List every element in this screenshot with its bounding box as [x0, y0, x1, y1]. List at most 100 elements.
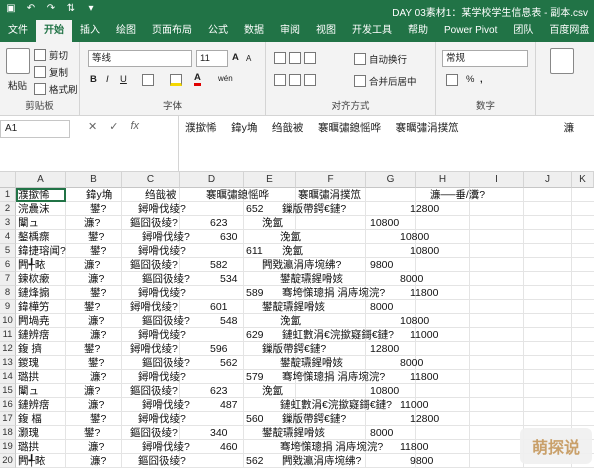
cell[interactable]: 濂?: [88, 440, 104, 454]
cell[interactable]: 鍏捷瑢闻?: [18, 244, 66, 258]
cell[interactable]: 浼氳: [262, 216, 283, 230]
row-header[interactable]: 16: [0, 398, 16, 412]
tab-8[interactable]: 视图: [308, 20, 344, 42]
font-name-select[interactable]: 等线: [88, 50, 192, 67]
row-header[interactable]: 10: [0, 314, 16, 328]
cell[interactable]: 630: [220, 230, 238, 244]
cell[interactable]: 濂?: [84, 258, 100, 272]
cell[interactable]: 10800: [400, 230, 429, 244]
cell[interactable]: 12800: [370, 342, 399, 356]
cell[interactable]: 562: [220, 356, 238, 370]
row-header[interactable]: 2: [0, 202, 16, 216]
cell[interactable]: 骞垮憡璁捐 涓庤埦浣?: [282, 370, 385, 384]
currency-button[interactable]: [446, 74, 458, 86]
row-header[interactable]: 18: [0, 426, 16, 440]
cell[interactable]: 骞垮憡璁捐 涓庤埦浣?: [280, 440, 383, 454]
cell[interactable]: 闁戣瀛涓庤埦绋?: [262, 258, 341, 272]
tab-12[interactable]: 团队: [505, 20, 541, 42]
cell[interactable]: 9800: [370, 258, 393, 272]
cell[interactable]: 鍑 擠: [18, 342, 42, 356]
cell[interactable]: 褰曞彇鎴愮哗: [206, 188, 269, 202]
cell[interactable]: 8000: [370, 300, 393, 314]
cell[interactable]: 鐢靛瓙鍟嗗姟: [280, 356, 343, 370]
cell[interactable]: 560: [246, 412, 264, 426]
enter-icon[interactable]: ✓: [109, 120, 118, 133]
tab-3[interactable]: 绘图: [108, 20, 144, 42]
row-header[interactable]: 14: [0, 370, 16, 384]
cell[interactable]: 340: [210, 426, 228, 440]
cell[interactable]: 鐞嗗伐绫?: [138, 328, 186, 342]
cell[interactable]: 闈ュ: [18, 384, 39, 398]
cell[interactable]: 611: [246, 244, 263, 258]
cell[interactable]: 11000: [400, 398, 428, 412]
cell[interactable]: 闁╃畩: [18, 454, 45, 468]
tab-2[interactable]: 插入: [72, 20, 108, 42]
cell[interactable]: 鏂囧彶绫?: [130, 216, 178, 230]
name-box[interactable]: A1: [0, 120, 70, 138]
cell[interactable]: 鏁版帶鍔€鏈?: [282, 202, 346, 216]
cell[interactable]: 鐢?: [84, 342, 100, 356]
format-painter-button[interactable]: 格式刷: [34, 82, 78, 96]
cell[interactable]: 鐞嗗伐绫?: [138, 370, 186, 384]
cell[interactable]: 鏈辨瘔: [18, 398, 50, 412]
undo-icon[interactable]: ↶: [24, 3, 38, 14]
cell[interactable]: 623: [210, 216, 228, 230]
cell[interactable]: 濂?: [88, 272, 104, 286]
row-header[interactable]: 8: [0, 286, 16, 300]
font-color-button[interactable]: A: [194, 72, 201, 86]
cell[interactable]: 鏁版帶鍔€鏈?: [282, 412, 346, 426]
cell[interactable]: 10800: [410, 244, 439, 258]
cell[interactable]: 闁╃畩: [18, 258, 45, 272]
cell[interactable]: 鏂囧彶绫?: [130, 258, 178, 272]
cell[interactable]: 鏈虹數涓€浣撳寲鎶€鏈?: [282, 328, 394, 342]
cell[interactable]: 鏂囧彶绫?: [130, 426, 178, 440]
row-header[interactable]: 15: [0, 384, 16, 398]
cell[interactable]: 460: [220, 440, 238, 454]
cell[interactable]: 闈ュ: [18, 216, 39, 230]
phonetic-button[interactable]: wén: [218, 74, 233, 83]
cell[interactable]: 鐞嗗伐绫?: [138, 202, 186, 216]
cell[interactable]: 8000: [400, 272, 423, 286]
cell[interactable]: 鍏樺竻: [18, 300, 50, 314]
cell[interactable]: 闁戣瀛涓庤埦绋?: [282, 454, 361, 468]
tab-5[interactable]: 公式: [200, 20, 236, 42]
cell[interactable]: 鐞嗗伐绫?: [142, 440, 190, 454]
save-icon[interactable]: ▣: [4, 3, 18, 14]
font-size-select[interactable]: 11: [196, 50, 228, 67]
row-header[interactable]: 4: [0, 230, 16, 244]
cell[interactable]: 鐢靛瓙鍟嗗姟: [262, 426, 325, 440]
row-header[interactable]: 5: [0, 244, 16, 258]
fill-color-button[interactable]: [170, 74, 182, 86]
cell[interactable]: 鐢?: [90, 412, 106, 426]
align-left-button[interactable]: [274, 74, 316, 86]
row-header[interactable]: 9: [0, 300, 16, 314]
cell[interactable]: 濂──垂/瀵?: [430, 188, 485, 202]
cell[interactable]: 鍏у埆: [86, 188, 112, 202]
cell[interactable]: 鏂囧彶绫?: [130, 384, 178, 398]
tab-9[interactable]: 开发工具: [344, 20, 400, 42]
copy-button[interactable]: 复制: [34, 65, 68, 79]
comma-button[interactable]: ,: [480, 74, 483, 85]
cell[interactable]: 10800: [370, 384, 399, 398]
cell[interactable]: 鏊楀瘝: [18, 230, 50, 244]
column-header[interactable]: B: [66, 172, 122, 188]
tab-4[interactable]: 页面布局: [144, 20, 200, 42]
cell[interactable]: 褰曞彇涓撲笟: [298, 188, 361, 202]
cell[interactable]: 鐞嗗伐绫?: [130, 300, 178, 314]
paste-button[interactable]: 粘贴: [8, 78, 27, 92]
cell[interactable]: 鐞嗗伐绫?: [138, 412, 186, 426]
border-button[interactable]: [142, 74, 154, 86]
row-header[interactable]: 17: [0, 412, 16, 426]
column-header[interactable]: I: [470, 172, 524, 188]
cell[interactable]: 鐢?: [84, 300, 100, 314]
cell[interactable]: 487: [220, 398, 238, 412]
cell[interactable]: 濂?: [90, 328, 106, 342]
column-header[interactable]: D: [180, 172, 244, 188]
cell[interactable]: 浣曟沫: [18, 202, 50, 216]
cell[interactable]: 鐢靛瓙鍟嗗姟: [280, 272, 343, 286]
row-header[interactable]: 19: [0, 440, 16, 454]
row-header[interactable]: 7: [0, 272, 16, 286]
cell[interactable]: 623: [210, 384, 228, 398]
cell[interactable]: 鏂囧彶绫?: [142, 356, 190, 370]
cell[interactable]: 鐢?: [90, 286, 106, 300]
